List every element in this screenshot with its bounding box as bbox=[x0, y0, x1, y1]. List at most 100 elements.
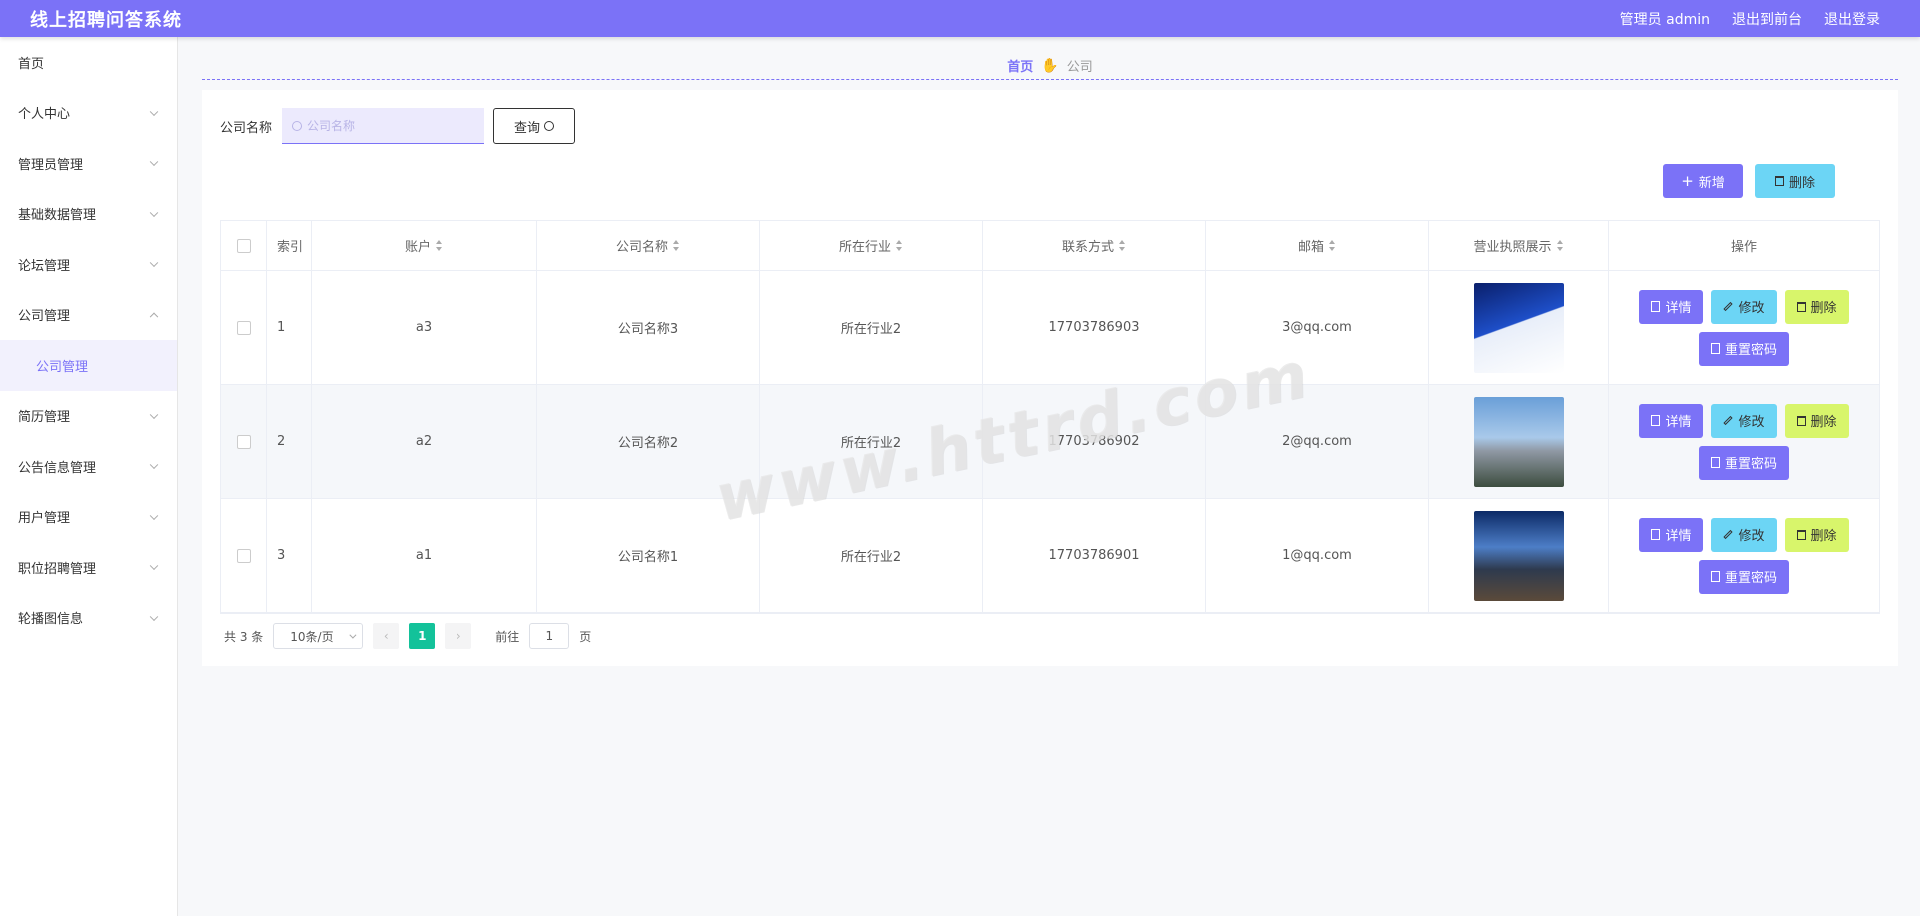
search-label: 公司名称 bbox=[220, 120, 273, 136]
cell-industry: 所在行业2 bbox=[840, 550, 902, 565]
sort-icon[interactable] bbox=[1329, 240, 1336, 251]
header-account[interactable]: 账户 bbox=[312, 221, 537, 270]
delete-label: 删除 bbox=[1810, 415, 1837, 430]
cell-industry: 所在行业2 bbox=[840, 436, 902, 451]
back-to-front-link[interactable]: 退出到前台 bbox=[1732, 9, 1802, 29]
edit-button[interactable]: 修改 bbox=[1711, 517, 1777, 552]
delete-button[interactable]: 删除 bbox=[1784, 289, 1849, 324]
page-number-current[interactable]: 1 bbox=[409, 623, 436, 649]
sidebar-item-label: 用户管理 bbox=[18, 511, 71, 527]
sidebar-item-label: 基础数据管理 bbox=[18, 208, 97, 224]
edit-label: 修改 bbox=[1738, 301, 1765, 316]
edit-button[interactable]: 修改 bbox=[1711, 403, 1777, 438]
breadcrumb: 首页 ✋ 公司 bbox=[202, 52, 1898, 80]
delete-label: 删除 bbox=[1810, 529, 1837, 544]
sidebar-item-users[interactable]: 用户管理 bbox=[0, 492, 177, 543]
select-all-checkbox[interactable] bbox=[236, 238, 251, 253]
sort-icon[interactable] bbox=[1119, 240, 1126, 251]
delete-button[interactable]: 删除 bbox=[1784, 403, 1849, 438]
company-name-search-input[interactable]: 公司名称 bbox=[282, 108, 485, 144]
sidebar-item-label: 公司管理 bbox=[18, 309, 71, 325]
sidebar-item-home[interactable]: 首页 bbox=[0, 37, 177, 88]
chevron-down-icon bbox=[149, 410, 159, 419]
sort-icon[interactable] bbox=[673, 240, 680, 251]
total-count: 共 3 条 bbox=[224, 629, 264, 644]
reset-password-button[interactable]: 重置密码 bbox=[1698, 331, 1789, 366]
cell-index: 1 bbox=[277, 320, 286, 335]
sidebar: 首页 个人中心 管理员管理 基础数据管理 论坛管理 公司管理 公司管理 简历管理… bbox=[0, 37, 178, 916]
detail-button[interactable]: 详情 bbox=[1639, 403, 1704, 438]
chevron-down-icon bbox=[149, 511, 159, 520]
header-company-name[interactable]: 公司名称 bbox=[537, 221, 760, 270]
sidebar-item-admin-management[interactable]: 管理员管理 bbox=[0, 138, 177, 189]
license-thumbnail[interactable] bbox=[1473, 282, 1564, 373]
reset-password-button[interactable]: 重置密码 bbox=[1698, 559, 1789, 594]
trash-icon bbox=[1796, 529, 1806, 540]
sidebar-item-company-management[interactable]: 公司管理 bbox=[0, 290, 177, 341]
header-contact[interactable]: 联系方式 bbox=[983, 221, 1206, 270]
chevron-down-icon bbox=[149, 107, 159, 116]
license-thumbnail[interactable] bbox=[1473, 510, 1564, 601]
sort-icon[interactable] bbox=[896, 240, 903, 251]
app-title: 线上招聘问答系统 bbox=[30, 9, 182, 31]
header-industry[interactable]: 所在行业 bbox=[760, 221, 983, 270]
row-checkbox[interactable] bbox=[236, 320, 251, 335]
license-thumbnail[interactable] bbox=[1473, 396, 1564, 487]
reset-password-button[interactable]: 重置密码 bbox=[1698, 445, 1789, 480]
sidebar-item-jobs[interactable]: 职位招聘管理 bbox=[0, 542, 177, 593]
sidebar-item-forum[interactable]: 论坛管理 bbox=[0, 239, 177, 290]
sidebar-item-personal-center[interactable]: 个人中心 bbox=[0, 88, 177, 139]
chevron-down-icon bbox=[149, 258, 159, 268]
top-bar: 线上招聘问答系统 管理员 admin 退出到前台 退出登录 bbox=[0, 0, 1920, 37]
chevron-left-icon: ‹ bbox=[383, 629, 389, 643]
chevron-down-icon bbox=[149, 208, 159, 217]
sidebar-item-carousel[interactable]: 轮播图信息 bbox=[0, 593, 177, 644]
add-button-label: 新增 bbox=[1698, 175, 1725, 191]
cell-phone: 17703786902 bbox=[1048, 434, 1140, 449]
sidebar-item-label: 管理员管理 bbox=[18, 157, 84, 173]
header-license[interactable]: 营业执照展示 bbox=[1429, 221, 1609, 270]
row-checkbox[interactable] bbox=[236, 434, 251, 449]
sidebar-item-basic-data[interactable]: 基础数据管理 bbox=[0, 189, 177, 240]
add-button[interactable]: + 新增 bbox=[1663, 164, 1743, 198]
delete-button[interactable]: 删除 bbox=[1784, 517, 1849, 552]
sidebar-item-label: 公告信息管理 bbox=[18, 460, 97, 476]
cell-account: a2 bbox=[415, 434, 433, 449]
logout-link[interactable]: 退出登录 bbox=[1824, 9, 1880, 29]
sidebar-subitem-company[interactable]: 公司管理 bbox=[0, 340, 177, 391]
breadcrumb-home[interactable]: 首页 bbox=[1007, 56, 1033, 75]
sidebar-item-notice[interactable]: 公告信息管理 bbox=[0, 441, 177, 492]
cell-phone: 17703786901 bbox=[1048, 548, 1140, 563]
sidebar-item-label: 简历管理 bbox=[18, 410, 71, 426]
sort-icon[interactable] bbox=[436, 240, 443, 251]
batch-delete-button[interactable]: 删除 bbox=[1755, 164, 1835, 198]
cell-account: a1 bbox=[415, 548, 433, 563]
document-icon bbox=[1710, 343, 1720, 354]
goto-page-input[interactable]: 1 bbox=[529, 623, 570, 649]
edit-button[interactable]: 修改 bbox=[1711, 289, 1777, 324]
breadcrumb-current: 公司 bbox=[1066, 60, 1093, 75]
sort-icon[interactable] bbox=[1556, 240, 1564, 251]
detail-button[interactable]: 详情 bbox=[1639, 517, 1704, 552]
header-label: 所在行业 bbox=[838, 240, 891, 255]
chevron-up-icon bbox=[149, 312, 159, 321]
row-checkbox[interactable] bbox=[236, 548, 251, 563]
cell-company-name: 公司名称1 bbox=[617, 550, 679, 565]
search-icon bbox=[292, 120, 303, 131]
detail-label: 详情 bbox=[1665, 415, 1692, 430]
detail-button[interactable]: 详情 bbox=[1639, 289, 1704, 324]
cell-company-name: 公司名称3 bbox=[617, 322, 679, 337]
sidebar-item-resume[interactable]: 简历管理 bbox=[0, 391, 177, 442]
page-size-select[interactable]: 10条/页 bbox=[273, 623, 364, 649]
query-button[interactable]: 查询 bbox=[493, 108, 576, 144]
reset-label: 重置密码 bbox=[1724, 343, 1777, 358]
search-icon bbox=[544, 121, 555, 131]
cell-email: 1@qq.com bbox=[1282, 548, 1352, 563]
table-row: 1 a3 公司名称3 所在行业2 17703786903 3@qq.com 详情… bbox=[221, 271, 1879, 385]
header-email[interactable]: 邮箱 bbox=[1206, 221, 1429, 270]
prev-page-button[interactable]: ‹ bbox=[373, 623, 400, 649]
document-icon bbox=[1651, 529, 1661, 540]
next-page-button[interactable]: › bbox=[445, 623, 472, 649]
chevron-down-icon bbox=[149, 460, 159, 470]
pencil-icon bbox=[1723, 529, 1734, 540]
